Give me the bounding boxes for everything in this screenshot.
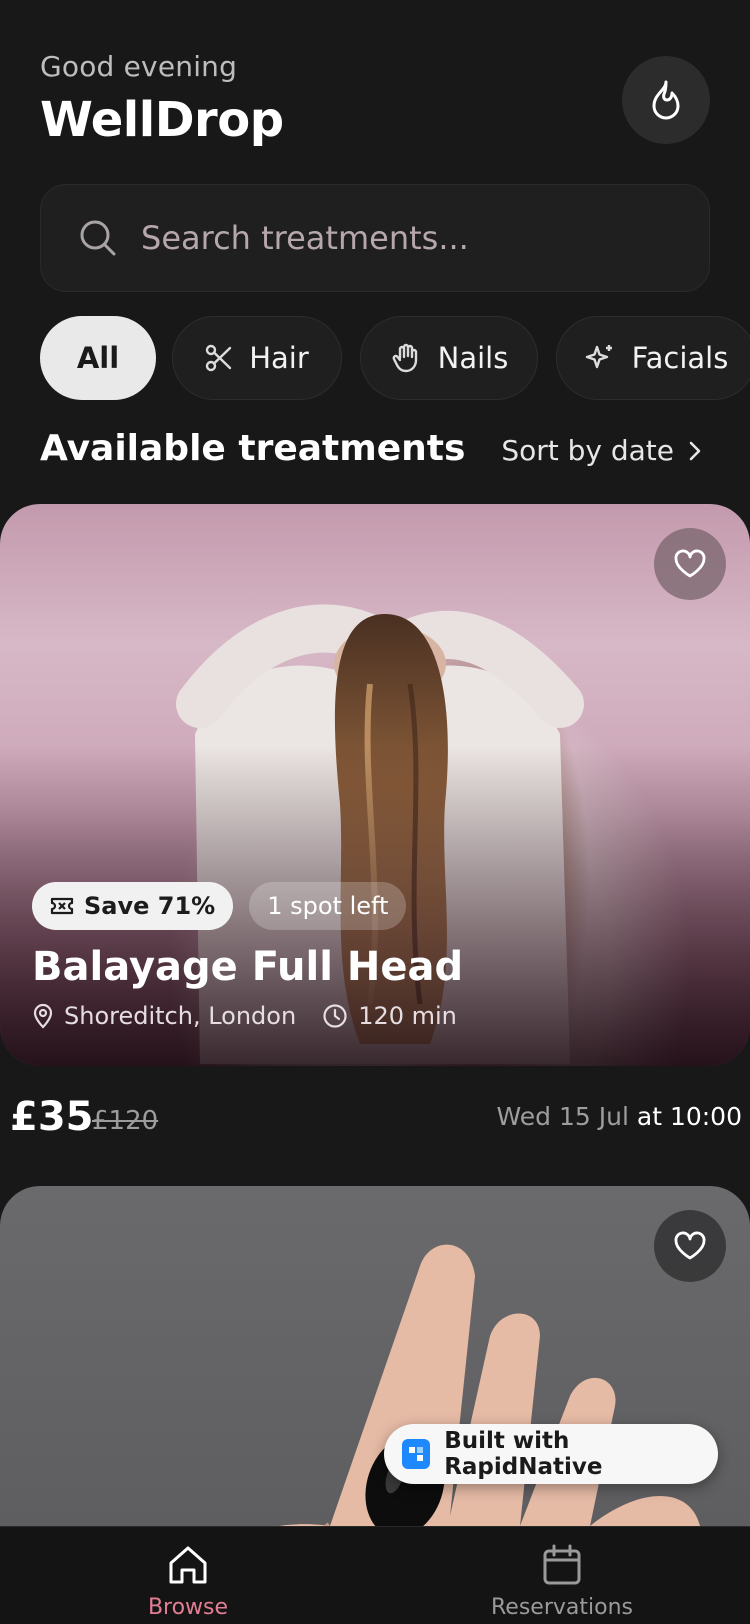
greeting: Good evening [40,50,238,83]
app-title: WellDrop [40,92,284,148]
discount-label: Save 71% [84,892,216,920]
appointment-date: Wed 15 Jul [496,1102,629,1131]
price-row: £35 £120 Wed 15 Jul at 10:00 [10,1094,742,1144]
original-price: £120 [92,1106,159,1136]
sort-label: Sort by date [501,434,674,467]
category-filters: All Hair Nails Facials [40,316,750,400]
chip-nails-label: Nails [437,341,509,375]
bottom-tab-bar: Browse Reservations [0,1526,750,1624]
streak-button[interactable] [622,56,710,144]
sort-button[interactable]: Sort by date [501,434,702,467]
treatment-card[interactable]: Save 71% 1 spot left Balayage Full Head … [0,504,750,1066]
search-input[interactable] [141,219,709,257]
discount-badge: Save 71% [32,882,234,930]
appointment-datetime: Wed 15 Jul at 10:00 [497,1102,742,1131]
chip-facials-label: Facials [631,341,729,375]
chip-nails[interactable]: Nails [360,316,538,400]
built-with-badge[interactable]: Built with RapidNative [384,1424,718,1484]
heart-icon [674,1231,706,1260]
tab-reservations[interactable]: Reservations [462,1543,662,1620]
tab-browse-label: Browse [147,1595,229,1620]
heart-icon [674,549,706,578]
tab-reservations-label: Reservations [491,1595,633,1620]
chevron-right-icon [689,441,701,460]
chip-all-label: All [76,341,120,375]
clock-icon [323,1004,347,1028]
treatment-location: Shoreditch, London [64,1002,297,1030]
section-title: Available treatments [40,428,466,469]
hand-icon [392,343,417,373]
scissors-icon [206,344,232,372]
sparkle-icon [585,345,612,369]
location-pin-icon [33,1003,53,1029]
chip-facials[interactable]: Facials [556,316,750,400]
chip-hair-label: Hair [249,341,309,375]
treatment-title: Balayage Full Head [32,944,464,990]
chip-hair[interactable]: Hair [172,316,342,400]
search-icon [77,217,119,259]
spots-badge: 1 spot left [249,882,407,930]
favorite-button[interactable] [654,528,726,600]
search-bar[interactable] [40,184,710,292]
calendar-icon [543,1544,581,1585]
tab-browse[interactable]: Browse [88,1543,288,1620]
treatment-duration: 120 min [358,1002,457,1030]
ticket-icon [50,897,74,915]
appointment-time: at 10:00 [636,1102,742,1131]
favorite-button[interactable] [654,1210,726,1282]
rapidnative-logo-icon [402,1439,431,1469]
chip-all[interactable]: All [40,316,156,400]
built-with-label: Built with RapidNative [444,1428,603,1480]
home-icon [169,1546,207,1584]
flame-icon [652,80,680,120]
price: £35 [10,1094,94,1140]
